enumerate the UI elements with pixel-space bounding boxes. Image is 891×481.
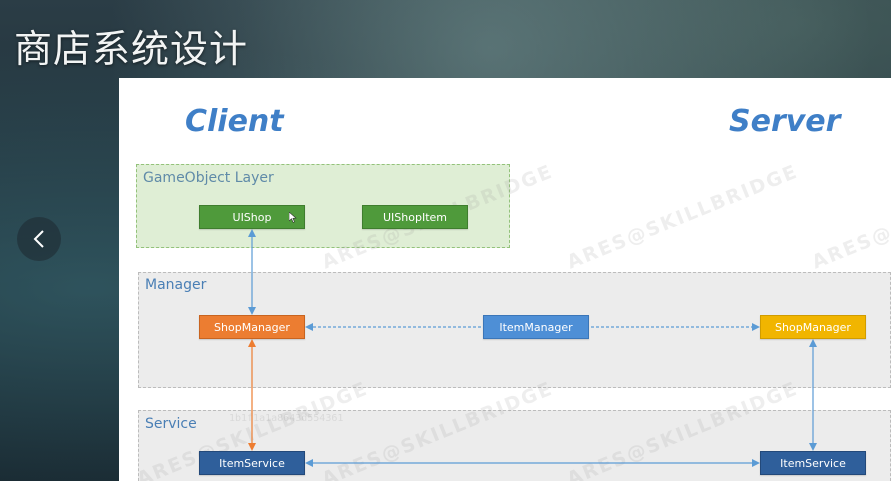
connector-arrows (248, 229, 817, 467)
mouse-cursor-icon (289, 212, 297, 223)
client-itemservice-node: ItemService (199, 451, 305, 475)
chevron-left-icon (33, 230, 44, 248)
previous-slide-button[interactable] (17, 217, 61, 261)
server-shopmanager-node: ShopManager (760, 315, 866, 339)
server-itemservice-node: ItemService (760, 451, 866, 475)
client-shopmanager-node: ShopManager (199, 315, 305, 339)
page-title: 商店系统设计 (14, 27, 249, 71)
slide-canvas: Client Server GameObject Layer Manager S… (119, 78, 891, 481)
itemmanager-node: ItemManager (483, 315, 589, 339)
uishopitem-node: UIShopItem (362, 205, 468, 229)
